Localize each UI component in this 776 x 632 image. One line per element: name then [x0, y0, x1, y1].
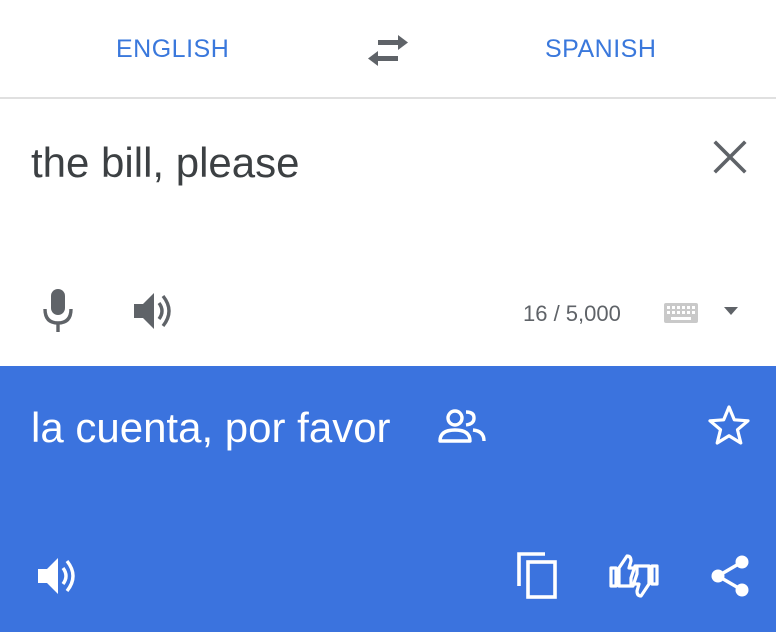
star-icon[interactable] — [708, 404, 750, 446]
feedback-icon[interactable] — [607, 552, 661, 600]
volume-icon[interactable] — [36, 556, 82, 596]
source-input-area[interactable]: the bill, please 16 / 5,000 — [0, 101, 776, 366]
target-language-button[interactable]: SPANISH — [545, 34, 656, 64]
share-icon[interactable] — [708, 554, 752, 598]
dropdown-arrow-icon[interactable] — [722, 305, 740, 317]
mic-icon[interactable] — [40, 287, 76, 333]
translation-output-area: la cuenta, por favor — [0, 366, 776, 632]
language-bar: ENGLISH SPANISH — [0, 0, 776, 99]
volume-icon[interactable] — [132, 291, 178, 331]
source-text-input[interactable]: the bill, please — [31, 139, 300, 187]
translated-text: la cuenta, por favor — [31, 404, 391, 451]
swap-languages-icon[interactable] — [366, 34, 410, 68]
people-icon[interactable] — [437, 408, 487, 444]
source-language-button[interactable]: ENGLISH — [116, 34, 229, 64]
close-icon[interactable] — [712, 139, 748, 175]
keyboard-icon[interactable] — [664, 303, 698, 323]
character-counter: 16 / 5,000 — [523, 301, 621, 326]
copy-icon[interactable] — [515, 550, 559, 600]
